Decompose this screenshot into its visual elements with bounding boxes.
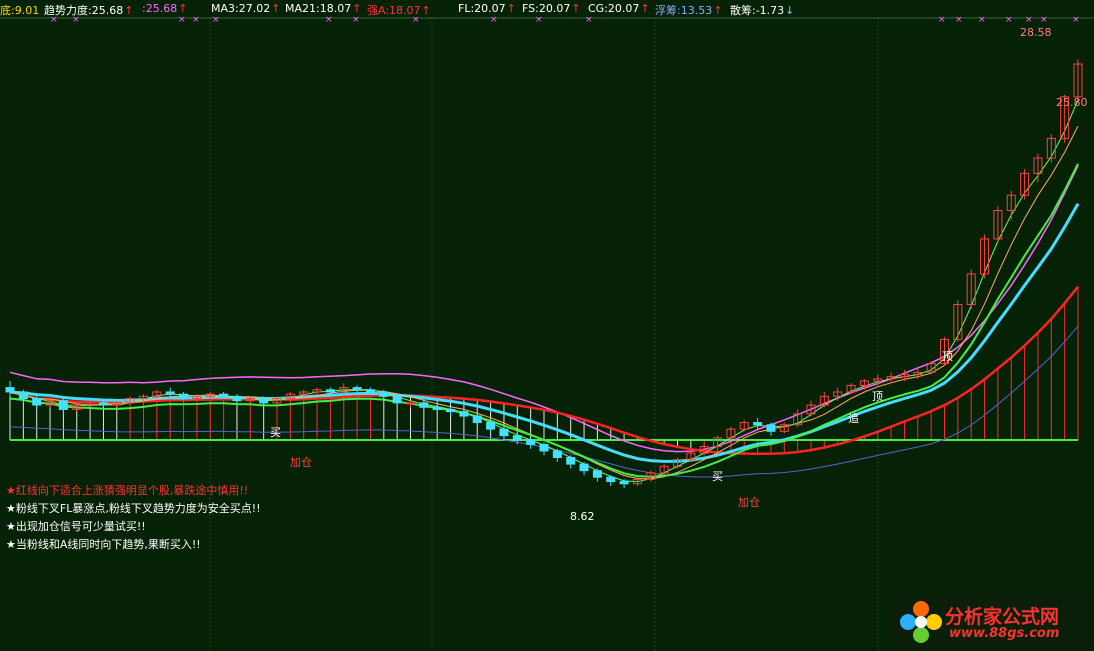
indicator-header: 底:9.01 趋势力度:25.68↑:25.68↑ MA3:27.02↑ MA21:1… bbox=[0, 0, 1094, 18]
arrow-up-icon: ↑ bbox=[352, 2, 362, 15]
top-label-2: 顶 bbox=[942, 350, 953, 363]
arrow-up-icon: ↑ bbox=[640, 2, 650, 15]
signal-marks: × × × × × × × × × × × × × × × × × ×28.5825.808.62买买追顶顶加仓加… bbox=[50, 15, 1088, 523]
candle-body-1 bbox=[18, 391, 28, 400]
arrow-up-icon: ↑ bbox=[271, 2, 281, 15]
candle-body-28 bbox=[379, 391, 389, 397]
header-fc: 浮筹:13.53↑ bbox=[655, 2, 722, 18]
chart-stage: × × × × × × × × × × × × × × × × × × 28.58 25.80 8.62 买买追顶顶加仓加… bbox=[0, 0, 1094, 651]
strategy-notes: ★红线向下适合上涨猜强明显个股,暴跌途中慎用!! ★粉线下叉FL暴涨点,粉线下叉… bbox=[6, 482, 261, 554]
header-fc-value: 浮筹:13.53 bbox=[655, 4, 713, 17]
header-ma21-value: MA21:18.07 bbox=[285, 2, 352, 15]
candle-body-27 bbox=[365, 389, 375, 393]
candle-body-26 bbox=[352, 387, 362, 391]
candle-body-24 bbox=[325, 389, 335, 393]
buy-label: 买 bbox=[270, 426, 281, 439]
candle-body-32 bbox=[432, 406, 442, 410]
note-2: ★粉线下叉FL暴涨点,粉线下叉趋势力度为安全买点!! bbox=[6, 500, 261, 518]
site-logo: 分析家公式网 www.88gs.com bbox=[893, 594, 1093, 650]
top-label: 顶 bbox=[872, 390, 883, 403]
header-fl-value: FL:20.07 bbox=[458, 2, 506, 15]
note-1: ★红线向下适合上涨猜强明显个股,暴跌途中慎用!! bbox=[6, 482, 261, 500]
candle-body-44 bbox=[592, 470, 602, 478]
header-ma3-value: MA3:27.02 bbox=[211, 2, 271, 15]
candle-body-40 bbox=[539, 443, 549, 452]
candle-body-16 bbox=[219, 393, 229, 397]
note-3: ★出现加仓信号可少量试买!! bbox=[6, 518, 261, 536]
candle-body-19 bbox=[259, 398, 269, 404]
header-cg-value: CG:20.07 bbox=[588, 2, 640, 15]
chase-label: 追 bbox=[848, 411, 859, 425]
add-position-label: 加仓 bbox=[290, 455, 312, 469]
candle-body-43 bbox=[579, 463, 589, 472]
header-qa-value: 强A:18.07 bbox=[367, 4, 421, 17]
arrow-up-icon: ↑ bbox=[124, 4, 134, 17]
candle-body-12 bbox=[165, 391, 175, 395]
flower-icon bbox=[900, 601, 942, 643]
header-qa: 强A:18.07↑ bbox=[367, 2, 431, 18]
candle-body-35 bbox=[472, 415, 482, 424]
header-cg: CG:20.07↑ bbox=[588, 2, 650, 15]
arrow-up-icon: ↑ bbox=[713, 4, 723, 17]
candle-body-29 bbox=[392, 395, 402, 404]
header-fs: FS:20.07↑ bbox=[522, 2, 581, 15]
note-4-text: ★当粉线和A线同时向下趋势,果断买入!! bbox=[6, 538, 201, 551]
header-fs-value: FS:20.07 bbox=[522, 2, 571, 15]
candle-body-46 bbox=[619, 481, 629, 485]
arrow-down-icon: ↓ bbox=[785, 4, 795, 17]
header-v2: :25.68↑ bbox=[142, 2, 187, 15]
candle-body-34 bbox=[459, 411, 469, 417]
candle-body-13 bbox=[179, 393, 189, 400]
note-3-text: ★出现加仓信号可少量试买!! bbox=[6, 520, 146, 533]
candle-body-42 bbox=[566, 457, 576, 465]
candle-body-7 bbox=[98, 402, 108, 406]
candle-body-31 bbox=[419, 402, 429, 408]
candle-body-0 bbox=[5, 387, 15, 393]
candle-body-17 bbox=[232, 395, 242, 402]
header-sc-value: 散筹:-1.73 bbox=[730, 4, 785, 17]
candle-body-57 bbox=[766, 424, 776, 432]
arrow-up-icon: ↑ bbox=[571, 2, 581, 15]
header-di-value: 底:9.01 bbox=[0, 4, 40, 17]
arrow-up-icon: ↑ bbox=[178, 2, 188, 15]
note-4: ★当粉线和A线同时向下趋势,果断买入!! bbox=[6, 536, 261, 554]
header-ma21: MA21:18.07↑ bbox=[285, 2, 361, 15]
grid bbox=[0, 17, 1094, 651]
candle-body-36 bbox=[486, 422, 496, 430]
arrow-up-icon: ↑ bbox=[421, 4, 431, 17]
buy-label-2: 买 bbox=[712, 470, 723, 483]
header-qsld-value: 趋势力度:25.68 bbox=[44, 4, 124, 17]
price-2-label: 25.80 bbox=[1056, 96, 1088, 109]
candle-body-39 bbox=[526, 439, 536, 445]
candle-body-30 bbox=[405, 402, 416, 405]
header-fl: FL:20.07↑ bbox=[458, 2, 516, 15]
candle-body-56 bbox=[753, 422, 763, 426]
candle-body-4 bbox=[58, 400, 68, 410]
candle-body-2 bbox=[32, 398, 42, 406]
candle-body-33 bbox=[446, 408, 456, 413]
logo-title: 分析家公式网 bbox=[945, 606, 1060, 628]
header-di: 底:9.01 bbox=[0, 2, 39, 18]
low-price-label: 8.62 bbox=[570, 510, 595, 523]
add-position-label-2: 加仓 bbox=[738, 495, 760, 509]
arrow-up-icon: ↑ bbox=[506, 2, 516, 15]
header-v2-value: :25.68 bbox=[142, 2, 178, 15]
logo-url: www.88gs.com bbox=[949, 626, 1060, 641]
note-2-text: ★粉线下叉FL暴涨点,粉线下叉趋势力度为安全买点!! bbox=[6, 502, 261, 515]
header-sc: 散筹:-1.73↓ bbox=[730, 2, 794, 18]
candle-body-38 bbox=[512, 435, 522, 441]
candle-body-37 bbox=[499, 428, 509, 437]
high-price-label: 28.58 bbox=[1020, 26, 1052, 39]
header-ma3: MA3:27.02↑ bbox=[211, 2, 280, 15]
note-1-text: ★红线向下适合上涨猜强明显个股,暴跌途中慎用!! bbox=[6, 484, 249, 497]
candle-body-45 bbox=[606, 476, 616, 483]
header-qsld: 趋势力度:25.68↑ bbox=[44, 2, 133, 18]
candle-body-41 bbox=[552, 450, 562, 459]
